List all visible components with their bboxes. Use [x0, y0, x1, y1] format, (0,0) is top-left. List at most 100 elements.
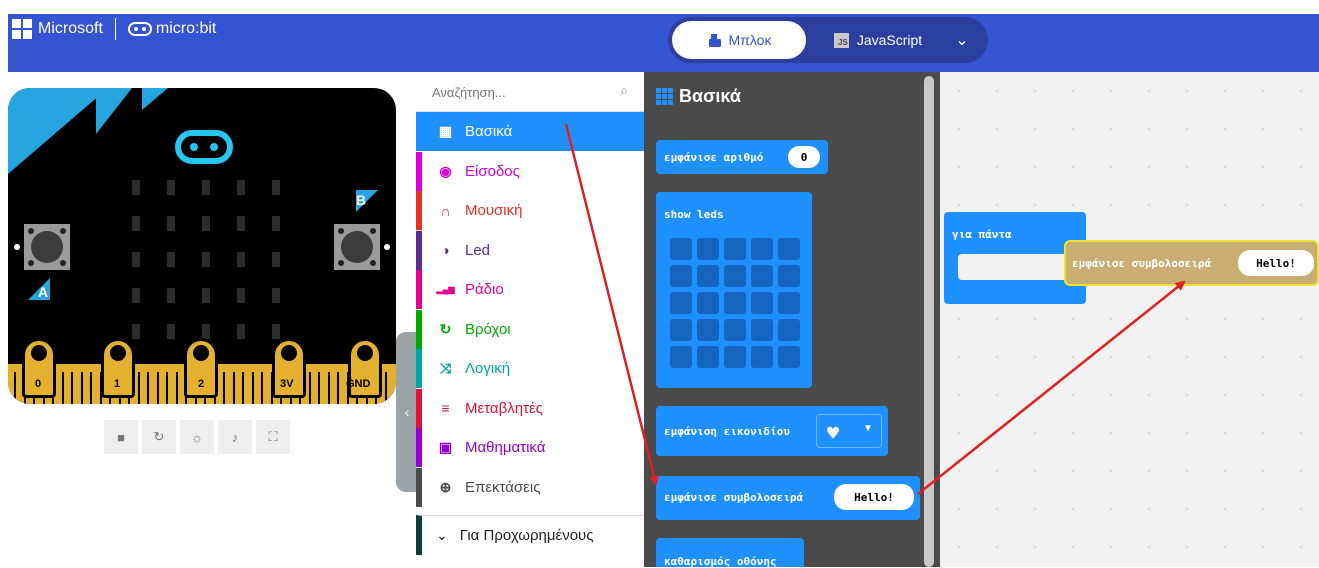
corner-decoration [142, 88, 168, 110]
led-cell[interactable] [670, 238, 692, 260]
led-cell[interactable] [697, 319, 719, 341]
led-cell[interactable] [697, 292, 719, 314]
button-b[interactable] [334, 224, 380, 270]
connector-tooth [261, 372, 263, 404]
category-4[interactable]: ◑ Led [416, 230, 644, 270]
led-grid[interactable] [670, 238, 800, 368]
led-cell[interactable] [724, 238, 746, 260]
connector-tooth [251, 372, 254, 404]
connector-tooth [61, 372, 64, 404]
category-2[interactable]: ◉ Είσοδος [416, 151, 644, 191]
category-7[interactable]: ⤨ Λογική [416, 349, 644, 388]
category-3[interactable]: ∩ Μουσική [416, 191, 644, 230]
stop-button[interactable]: ■ [104, 420, 138, 454]
bug-icon: ☼ [191, 429, 203, 445]
led-cell[interactable] [778, 319, 800, 341]
led-cell[interactable] [670, 319, 692, 341]
simulator-controls: ■ ↻ ☼ ♪ ⛶ [104, 420, 296, 456]
led [202, 324, 210, 339]
javascript-tab[interactable]: JS JavaScript [818, 21, 938, 59]
led [132, 324, 140, 339]
brand[interactable]: Microsoft micro:bit [12, 18, 216, 40]
led-cell[interactable] [751, 319, 773, 341]
workspace-canvas[interactable] [940, 72, 1319, 567]
chevron-down-icon: ⌄ [955, 32, 969, 49]
icon-dropdown[interactable]: ♥ ▼ [816, 414, 882, 448]
target-icon: ◉ [439, 162, 452, 179]
led-cell[interactable] [670, 346, 692, 368]
led-cell[interactable] [778, 292, 800, 314]
flyout-scrollbar[interactable] [924, 76, 934, 567]
string-value[interactable]: Hello! [834, 484, 914, 510]
indicator-dot [384, 244, 390, 250]
led-cell[interactable] [778, 346, 800, 368]
show-string-block[interactable]: εμφάνισε συμβολοσειρά Hello! [656, 476, 920, 520]
clear-screen-block[interactable]: καθαρισμός οθόνης [656, 538, 804, 568]
string-value-text: Hello! [1256, 256, 1296, 270]
led-cell[interactable] [697, 265, 719, 287]
dragged-show-string-block[interactable]: εμφάνισε συμβολοσειρά Hello! [1064, 240, 1319, 286]
led-cell[interactable] [751, 346, 773, 368]
category-8[interactable]: ≡ Μεταβλητές [416, 388, 644, 428]
number-value[interactable]: 0 [788, 146, 820, 168]
category-10[interactable]: ⊕ Επεκτάσεις [416, 467, 644, 507]
led-cell[interactable] [751, 238, 773, 260]
category-1[interactable]: ▦ Βασικά [416, 112, 644, 151]
led-cell[interactable] [670, 265, 692, 287]
category-6[interactable]: ↻ Βρόχοι [416, 309, 644, 349]
led [167, 180, 175, 195]
led [272, 252, 280, 267]
led-cell[interactable] [724, 346, 746, 368]
led-cell[interactable] [724, 265, 746, 287]
connector-tooth [232, 372, 235, 404]
microsoft-label: Microsoft [38, 20, 103, 37]
led [272, 180, 280, 195]
toolbox-search-input[interactable]: Αναζήτηση... ⌕ [416, 72, 644, 112]
category-9[interactable]: ▣ Μαθηματικά [416, 428, 644, 467]
led-cell[interactable] [670, 292, 692, 314]
led-cell[interactable] [697, 238, 719, 260]
language-dropdown-button[interactable]: ⌄ [944, 21, 980, 59]
led-cell[interactable] [697, 346, 719, 368]
block-label: εμφάνισε συμβολοσειρά [664, 491, 804, 504]
led [132, 180, 140, 195]
pin-label: 2 [198, 378, 205, 390]
fullscreen-button[interactable]: ⛶ [256, 420, 290, 454]
led-cell[interactable] [724, 319, 746, 341]
show-number-block[interactable]: εμφάνισε αριθμό 0 [656, 140, 828, 174]
javascript-icon: JS [833, 32, 849, 48]
led [167, 324, 175, 339]
show-icon-block[interactable]: εμφάνιση εικονιδίου ♥ ▼ [656, 406, 888, 456]
button-a[interactable] [24, 224, 70, 270]
connector-tooth [175, 372, 178, 404]
led-cell[interactable] [724, 292, 746, 314]
mute-button[interactable]: ♪ [218, 420, 252, 454]
led [167, 288, 175, 303]
led-cell[interactable] [778, 238, 800, 260]
collapse-simulator-button[interactable]: ‹ [396, 332, 418, 492]
pin-label: 0 [35, 378, 42, 390]
show-leds-block[interactable]: show leds [656, 192, 812, 388]
advanced-category[interactable]: ⌄ Για Προχωρημένους [416, 515, 644, 555]
led [167, 252, 175, 267]
block-label: εμφάνιση εικονιδίου [664, 425, 790, 438]
category-5[interactable]: ▂▄▆ Ράδιο [416, 270, 644, 309]
led [167, 216, 175, 231]
forever-label: για πάντα [952, 228, 1012, 241]
chevron-down-icon: ⌄ [436, 527, 448, 543]
calculator-icon: ▣ [438, 439, 453, 455]
restart-button[interactable]: ↻ [142, 420, 176, 454]
corner-decoration [96, 88, 132, 134]
debug-button[interactable]: ☼ [180, 420, 214, 454]
plus-circle-icon: ⊕ [439, 478, 452, 495]
editor-toggle: Μπλοκ JS JavaScript ⌄ [668, 17, 988, 63]
led-cell[interactable] [751, 265, 773, 287]
connector-tooth [327, 372, 330, 404]
led-cell[interactable] [778, 265, 800, 287]
connector-tooth [90, 372, 92, 404]
string-value[interactable]: Hello! [1238, 250, 1314, 276]
connector-tooth [308, 372, 311, 404]
signal-icon: ▂▄▆ [436, 285, 455, 294]
blocks-tab[interactable]: Μπλοκ [672, 21, 806, 59]
led-cell[interactable] [751, 292, 773, 314]
